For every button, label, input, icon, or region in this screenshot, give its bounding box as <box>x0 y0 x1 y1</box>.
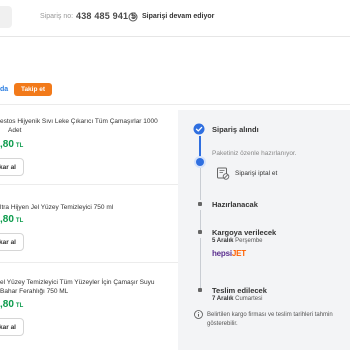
step-preparing-title: Hazırlanacak <box>212 200 258 209</box>
delivery-date: 7 Aralık Cumartesi <box>212 296 263 302</box>
step-received-title: Sipariş alındı <box>212 125 259 134</box>
delivery-info-text-line2: gösterebilir. <box>207 321 238 327</box>
product-name[interactable]: ltra Hijyen Jel Yüzey Temizleyici 750 ml <box>0 203 176 212</box>
step-delivery-title: Teslim edilecek <box>212 286 267 295</box>
clock-icon <box>128 12 138 22</box>
timeline-line <box>199 238 201 288</box>
info-icon <box>194 310 203 319</box>
progress-line <box>199 136 201 160</box>
product-price: ,80 TL <box>0 299 24 310</box>
product-divider <box>0 184 178 185</box>
product-name[interactable]: el Yüzey Temizleyici Tüm Yüzeyler İçin Ç… <box>0 278 178 287</box>
timeline-line <box>199 168 201 200</box>
received-note: Paketiniz özenle hazırlanıyor. <box>212 150 297 157</box>
cancel-order-link[interactable]: Siparişi iptal et <box>235 170 277 177</box>
order-status: Siparişi devam ediyor <box>142 13 215 20</box>
delivery-info-text: Belirtilen kargo firması ve teslim tarih… <box>207 312 333 318</box>
cargo-date: 5 Aralık Perşembe <box>212 238 263 244</box>
product-price: ,80 TL <box>0 214 24 225</box>
step-dot <box>198 202 202 206</box>
step-cargo-title: Kargoya verilecek <box>212 228 277 237</box>
product-divider <box>0 262 178 263</box>
step-dot <box>198 288 202 292</box>
seller-header <box>0 74 350 105</box>
carrier-logo: hepsiJET <box>212 249 246 258</box>
spacer-band <box>0 38 350 62</box>
product-name[interactable]: estos Hijyenik Sıvı Leke Çıkarıcı Tüm Ça… <box>0 117 176 126</box>
step-dot <box>198 230 202 234</box>
follow-seller-button[interactable]: Takip et <box>14 83 52 96</box>
check-circle-icon <box>193 123 205 135</box>
return-button[interactable]: kar al <box>0 318 24 336</box>
seller-name-link[interactable]: da <box>0 86 8 93</box>
return-button[interactable]: kar al <box>0 233 24 251</box>
return-button[interactable]: kar al <box>0 158 24 176</box>
back-button[interactable] <box>0 6 12 28</box>
cancel-order-icon[interactable] <box>216 166 230 180</box>
timeline-line <box>199 210 201 230</box>
product-quantity: Adet <box>8 127 22 134</box>
product-name-line2: Bahar Ferahlığı 750 ML <box>0 288 69 295</box>
product-price: ,80 TL <box>0 139 24 150</box>
order-number-label: Sipariş no: <box>40 13 74 20</box>
progress-dot <box>196 158 204 166</box>
